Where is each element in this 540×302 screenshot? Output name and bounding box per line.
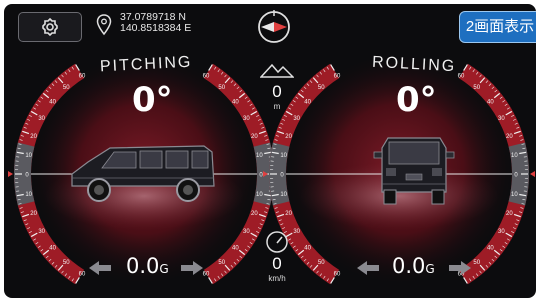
pitching-scale-label: 20	[251, 134, 258, 140]
rolling-scale-label: 20	[506, 211, 513, 217]
van-side-view	[71, 145, 215, 202]
pitching-scale-label: 20	[30, 134, 37, 140]
pitching-scale-label: 40	[49, 246, 56, 252]
rolling-g-number: 0.0	[392, 254, 426, 278]
pitching-scale-label: 50	[63, 85, 70, 91]
inclinometer-screen: 60 50 40 30 20 10 0 10 20 30 40 50 60 60 50 40 30 20 10 0 10…	[4, 4, 536, 298]
pitching-angle: 0°	[132, 80, 173, 120]
rolling-scale-label: 60	[458, 73, 465, 79]
rolling-scale-label: 30	[498, 116, 505, 122]
gear-icon	[42, 17, 58, 37]
pitching-scale-label: 20	[251, 211, 258, 217]
speed-unit: km/h	[268, 274, 286, 283]
rolling-scale-label: 60	[334, 272, 341, 278]
rolling-scale-label: 50	[318, 260, 325, 266]
mountain-icon	[260, 63, 294, 78]
rolling-g-value: 0.0G	[392, 254, 435, 278]
pitching-scale-label: 20	[30, 211, 37, 217]
altitude-value: 0	[272, 82, 282, 101]
rolling-scale-label: 30	[498, 229, 505, 235]
longitude-text: 140.8518384 E	[120, 22, 192, 34]
arrow-left-icon	[357, 261, 379, 275]
pitching-scale-label: 50	[218, 85, 225, 91]
arrow-right-icon	[181, 261, 203, 275]
altitude-unit: m	[273, 102, 281, 111]
pitching-g-value: 0.0G	[126, 254, 169, 278]
pitching-scale-label: 30	[38, 229, 45, 235]
rolling-scale-label: 10	[280, 153, 287, 159]
pitching-scale-label: 40	[232, 246, 239, 252]
pitching-scale-label: 30	[243, 229, 250, 235]
pitching-scale-label: 30	[38, 116, 45, 122]
pitching-g-unit: G	[159, 262, 169, 276]
speedometer-icon	[266, 231, 288, 253]
settings-button[interactable]	[18, 12, 82, 42]
rolling-scale-label: 40	[487, 99, 494, 105]
pitching-g-number: 0.0	[126, 254, 160, 278]
rolling-scale-label: 60	[334, 73, 341, 79]
rolling-scale-label: 40	[487, 246, 494, 252]
pitching-scale-label: 40	[232, 99, 239, 105]
arrow-left-icon	[89, 261, 111, 275]
pitching-scale-label: 40	[49, 99, 56, 105]
pitching-level-marker	[8, 171, 13, 177]
rolling-scale-label: 20	[285, 211, 292, 217]
compass-icon	[258, 10, 290, 43]
rolling-g-unit: G	[425, 262, 435, 276]
rolling-level-marker	[530, 171, 535, 177]
pitching-scale-label: 10	[256, 153, 263, 159]
rolling-scale-label: 50	[473, 85, 480, 91]
speed-value: 0	[272, 254, 282, 273]
rolling-scale-label: 10	[280, 192, 287, 198]
pitching-scale-label: 10	[256, 192, 263, 198]
rolling-scale-label: 30	[293, 229, 300, 235]
rolling-scale-label: 40	[304, 99, 311, 105]
pitching-scale-label: 60	[203, 73, 210, 79]
rolling-scale-label: 50	[473, 260, 480, 266]
rolling-scale-label: 10	[511, 153, 518, 159]
rolling-angle: 0°	[396, 80, 437, 120]
arrow-right-icon	[449, 261, 471, 275]
location-pin-icon	[96, 14, 112, 36]
dual-view-toggle[interactable]: 2画面表示	[459, 11, 536, 43]
rolling-scale-label: 20	[506, 134, 513, 140]
van-rear-view	[373, 137, 455, 205]
pitching-scale-label: 60	[79, 272, 86, 278]
rolling-scale-label: 40	[304, 246, 311, 252]
pitching-scale-label: 10	[25, 192, 32, 198]
rolling-scale-label: 20	[285, 134, 292, 140]
rolling-scale-label: 50	[318, 85, 325, 91]
pitching-scale-label: 60	[79, 73, 86, 79]
pitching-scale-label: 50	[218, 260, 225, 266]
gps-coordinates: 37.0789718 N 140.8518384 E	[120, 12, 191, 34]
rolling-scale-label: 30	[293, 116, 300, 122]
rolling-scale-label: 10	[511, 192, 518, 198]
pitching-scale-label: 30	[243, 116, 250, 122]
pitching-scale-label: 50	[63, 260, 70, 266]
pitching-scale-label: 10	[25, 153, 32, 159]
